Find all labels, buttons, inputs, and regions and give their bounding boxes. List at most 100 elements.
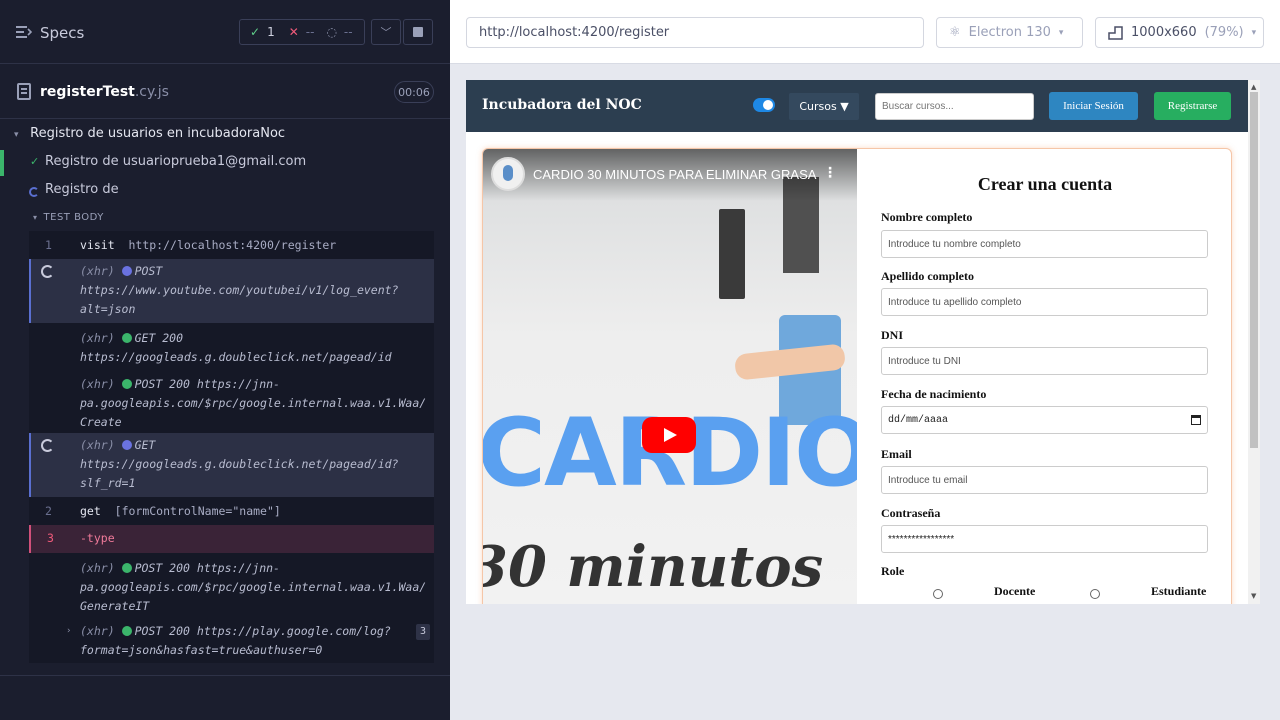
video-title[interactable]: CARDIO 30 MINUTOS PARA ELIMINAR GRASA bbox=[533, 167, 818, 182]
electron-icon: ⚛ bbox=[949, 25, 961, 40]
success-dot-icon bbox=[121, 563, 132, 573]
cursos-dropdown[interactable]: Cursos ▼ bbox=[789, 93, 859, 120]
register-card: CARDIO 30 minutos CARDIO 30 MINUTOS PARA… bbox=[482, 148, 1232, 604]
test-row-running[interactable]: Registro de bbox=[0, 178, 450, 204]
video-scene bbox=[719, 209, 745, 299]
video-big-text: CARDIO bbox=[483, 399, 857, 508]
stop-icon bbox=[413, 27, 423, 37]
chevron-down-icon: ▾ bbox=[14, 130, 19, 140]
register-form: Crear una cuenta Nombre completo Introdu… bbox=[857, 149, 1231, 604]
apellido-input[interactable]: Introduce tu apellido completo bbox=[881, 288, 1208, 316]
specs-menu-icon[interactable] bbox=[16, 25, 32, 39]
command-type[interactable]: 3 -type bbox=[29, 525, 434, 553]
field-label: Apellido completo bbox=[881, 269, 974, 283]
loading-spinner-icon bbox=[41, 265, 54, 278]
divider bbox=[0, 675, 450, 676]
register-button[interactable]: Registrarse bbox=[1154, 92, 1231, 120]
form-title: Crear una cuenta bbox=[977, 174, 1113, 194]
video-sub-text: 30 minutos bbox=[483, 534, 824, 600]
specs-label[interactable]: Specs bbox=[40, 24, 84, 42]
command-xhr[interactable]: (xhr) POST 200 https://jnn- pa.googleapi… bbox=[29, 557, 434, 617]
run-duration: 00:06 bbox=[394, 81, 434, 103]
role-docente-label: Docente bbox=[994, 584, 1036, 598]
command-xhr[interactable]: (xhr) GET 200 https://googleads.g.double… bbox=[29, 327, 434, 369]
stop-button[interactable] bbox=[403, 19, 433, 45]
role-label: Role bbox=[881, 564, 905, 578]
stat-passed: ✓ 1 bbox=[240, 25, 275, 39]
failed-count: -- bbox=[305, 25, 315, 39]
chevron-down-icon: ﹀ bbox=[380, 26, 392, 39]
role-estudiante-label: Estudiante bbox=[1151, 584, 1207, 598]
birthdate-input[interactable]: dd/mm/aaaa bbox=[881, 406, 1208, 434]
success-dot-icon bbox=[121, 379, 132, 389]
role-docente-radio[interactable] bbox=[933, 589, 943, 599]
stat-failed: ✕ -- bbox=[275, 25, 315, 39]
field-label: Fecha de nacimiento bbox=[881, 387, 987, 401]
dni-input[interactable]: Introduce tu DNI bbox=[881, 347, 1208, 375]
passed-count: 1 bbox=[267, 25, 275, 39]
nombre-input[interactable]: Introduce tu nombre completo bbox=[881, 230, 1208, 258]
test-stats: ✓ 1 ✕ -- ◌ -- bbox=[239, 19, 365, 45]
calendar-icon[interactable] bbox=[1191, 415, 1201, 425]
command-visit[interactable]: 1 visit http://localhost:4200/register bbox=[29, 233, 434, 257]
pending-icon: ◌ bbox=[326, 25, 337, 39]
channel-avatar[interactable] bbox=[491, 157, 525, 191]
login-button[interactable]: Iniciar Sesión bbox=[1049, 92, 1138, 120]
chevron-right-icon[interactable]: › bbox=[66, 622, 71, 641]
command-xhr[interactable]: (xhr) GET https://googleads.g.doubleclic… bbox=[29, 433, 434, 497]
role-estudiante-radio[interactable] bbox=[1090, 589, 1100, 599]
app-navbar: Incubadora del NOC Cursos ▼ Iniciar Sesi… bbox=[466, 80, 1248, 132]
chevron-down-icon: ▾ bbox=[1251, 27, 1257, 38]
preview-toolbar: http://localhost:4200/register ⚛ Electro… bbox=[450, 0, 1280, 64]
spec-file-bar: registerTest.cy.js 00:06 bbox=[0, 65, 450, 119]
command-log: 1 visit http://localhost:4200/register (… bbox=[29, 231, 434, 663]
test-body-label[interactable]: ▾ TEST BODY bbox=[33, 212, 104, 223]
youtube-embed[interactable]: CARDIO 30 minutos CARDIO 30 MINUTOS PARA… bbox=[483, 149, 857, 604]
scroll-up-icon[interactable]: ▲ bbox=[1251, 83, 1256, 91]
brand-title[interactable]: Incubadora del NOC bbox=[482, 97, 642, 113]
scrollbar-thumb[interactable] bbox=[1250, 92, 1258, 448]
running-spinner-icon bbox=[29, 187, 39, 197]
password-input[interactable]: ***************** bbox=[881, 525, 1208, 553]
viewport-selector[interactable]: 1000x660 (79%) ▾ bbox=[1095, 17, 1264, 48]
suite-title[interactable]: ▾ Registro de usuarios en incubadoraNoc bbox=[14, 126, 285, 141]
document-icon bbox=[17, 83, 31, 100]
runner-header: Specs ✓ 1 ✕ -- ◌ -- ﹀ bbox=[0, 0, 450, 64]
field-label: Email bbox=[881, 447, 912, 461]
stat-pending: ◌ -- bbox=[314, 25, 352, 39]
scroll-down-icon[interactable]: ▼ bbox=[1251, 592, 1256, 600]
success-dot-icon bbox=[121, 333, 132, 343]
command-xhr[interactable]: › (xhr) POST 200 https://play.google.com… bbox=[29, 622, 434, 662]
loading-spinner-icon bbox=[41, 439, 54, 452]
pending-dot-icon bbox=[121, 266, 132, 276]
command-xhr[interactable]: (xhr) POST 200 https://jnn- pa.googleapi… bbox=[29, 373, 434, 433]
command-get[interactable]: 2 get [formControlName="name"] bbox=[29, 499, 434, 525]
app-under-test: Incubadora del NOC Cursos ▼ Iniciar Sesi… bbox=[466, 80, 1260, 604]
play-button-icon[interactable] bbox=[642, 417, 696, 453]
passed-indicator bbox=[0, 150, 4, 176]
count-badge: 3 bbox=[416, 624, 430, 640]
x-icon: ✕ bbox=[288, 25, 299, 39]
success-dot-icon bbox=[121, 626, 132, 636]
spec-file-name[interactable]: registerTest.cy.js bbox=[40, 84, 169, 100]
url-field[interactable]: http://localhost:4200/register bbox=[466, 17, 924, 48]
field-label: DNI bbox=[881, 328, 904, 342]
email-input[interactable]: Introduce tu email bbox=[881, 466, 1208, 494]
course-search-input[interactable] bbox=[875, 93, 1034, 120]
browser-selector[interactable]: ⚛ Electron 130 ▾ bbox=[936, 17, 1083, 48]
field-label: Nombre completo bbox=[881, 210, 973, 224]
check-icon: ✓ bbox=[250, 25, 261, 39]
pending-dot-icon bbox=[121, 440, 132, 450]
chevron-down-icon: ▾ bbox=[1058, 27, 1064, 38]
more-vert-icon[interactable]: ⋮ bbox=[823, 165, 837, 181]
command-xhr[interactable]: (xhr) POST https://www.youtube.com/youtu… bbox=[29, 259, 434, 323]
collapse-button[interactable]: ﹀ bbox=[371, 19, 401, 45]
runner-panel: Specs ✓ 1 ✕ -- ◌ -- ﹀ registerTest.cy.js… bbox=[0, 0, 450, 720]
field-label: Contraseña bbox=[881, 506, 941, 520]
pending-count: -- bbox=[343, 25, 353, 39]
test-row-passed[interactable]: ✓ Registro de usuarioprueba1@gmail.com bbox=[0, 150, 450, 176]
theme-toggle[interactable] bbox=[753, 98, 775, 112]
preview-panel: http://localhost:4200/register ⚛ Electro… bbox=[450, 0, 1280, 720]
chevron-down-icon: ▾ bbox=[33, 213, 38, 222]
check-icon: ✓ bbox=[30, 155, 40, 168]
